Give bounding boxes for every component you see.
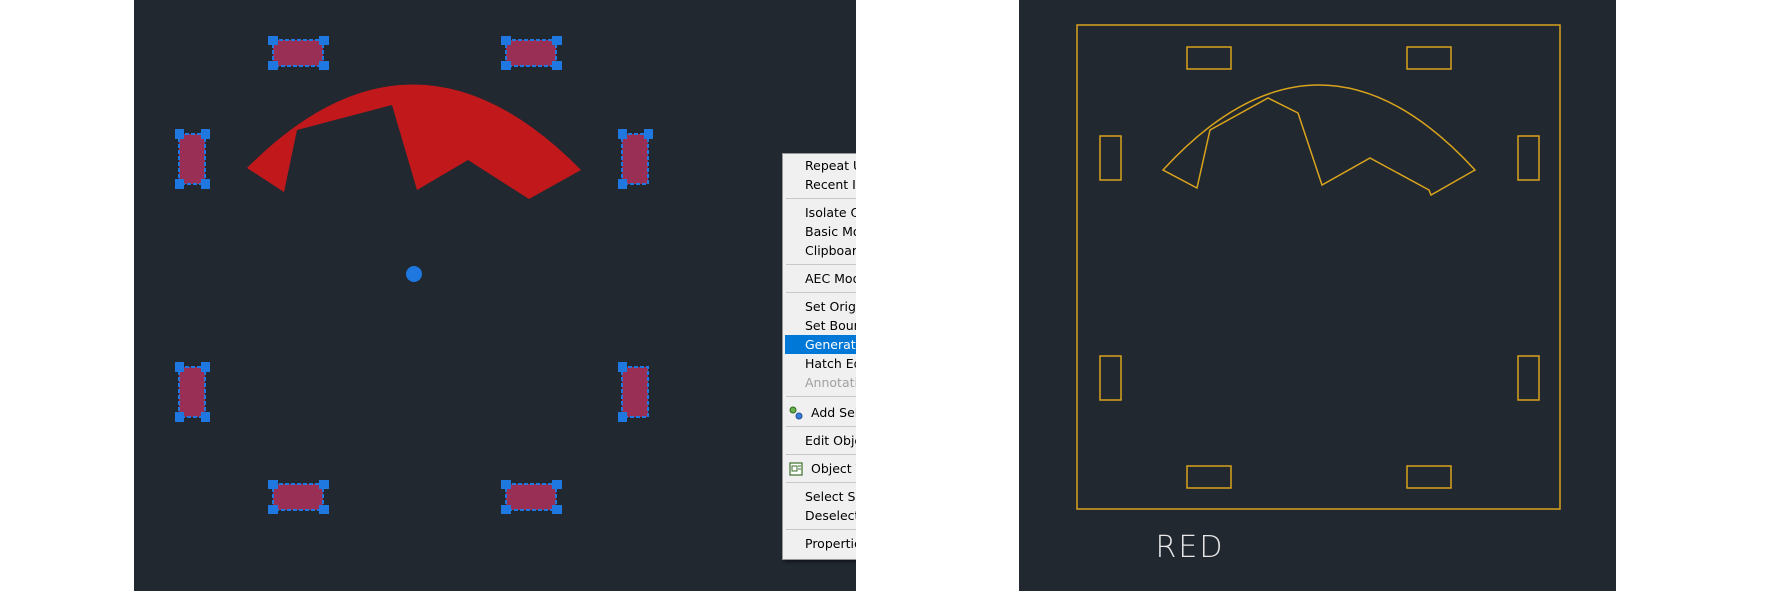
menu-separator <box>786 529 856 530</box>
outline-rect-bottom-left[interactable] <box>1186 465 1232 489</box>
selected-rect-mid-left[interactable] <box>175 129 210 189</box>
menu-item-label: Generate Boundary <box>805 337 856 352</box>
left-drawing-viewport[interactable]: Repeat U Recent Input ▸ Isolate Objects … <box>134 0 856 591</box>
right-drawing-viewport[interactable] <box>1019 0 1616 591</box>
selected-rect-top-left[interactable] <box>268 36 329 70</box>
outline-rect-mid-right[interactable] <box>1517 135 1540 181</box>
menu-item-aec-modify-tools[interactable]: AEC Modify Tools ▸ <box>785 269 856 288</box>
menu-item-set-origin[interactable]: Set Origin <box>785 297 856 316</box>
boundary-frame[interactable] <box>1076 24 1561 510</box>
context-menu: Repeat U Recent Input ▸ Isolate Objects … <box>782 153 856 560</box>
selected-rect-low-right[interactable] <box>618 362 649 422</box>
menu-item-hatch-edit[interactable]: Hatch Edit... <box>785 354 856 373</box>
outline-rect-low-left[interactable] <box>1099 355 1122 401</box>
left-drawing-canvas[interactable] <box>134 0 856 591</box>
menu-item-label: Repeat U <box>805 158 856 173</box>
menu-item-properties[interactable]: Properties <box>785 534 856 553</box>
red-hatch-region[interactable] <box>247 84 581 199</box>
menu-item-label: Deselect All <box>805 508 856 523</box>
menu-item-add-selected[interactable]: Add Selected <box>785 403 856 422</box>
caption-red: RED <box>1155 530 1225 565</box>
menu-item-label: Recent Input <box>805 177 856 192</box>
selected-rect-top-right[interactable] <box>501 36 562 70</box>
menu-item-label: Clipboard <box>805 243 856 258</box>
menu-item-label: Hatch Edit... <box>805 356 856 371</box>
menu-separator <box>786 426 856 427</box>
menu-item-deselect-all[interactable]: Deselect All <box>785 506 856 525</box>
menu-item-recent-input[interactable]: Recent Input ▸ <box>785 175 856 194</box>
outline-rect-low-right[interactable] <box>1517 355 1540 401</box>
menu-separator <box>786 292 856 293</box>
outline-fan-shape[interactable] <box>1161 84 1477 197</box>
menu-item-label: Edit Object Display... <box>805 433 856 448</box>
menu-item-edit-object-display[interactable]: Edit Object Display... <box>785 431 856 450</box>
menu-item-annotative-object-scale: Annotative Object Scale ▸ <box>785 373 856 392</box>
menu-separator <box>786 264 856 265</box>
menu-item-isolate-objects[interactable]: Isolate Objects ▸ <box>785 203 856 222</box>
selected-rect-low-left[interactable] <box>175 362 210 422</box>
outline-rect-bottom-right[interactable] <box>1406 465 1452 489</box>
menu-separator <box>786 396 856 397</box>
menu-separator <box>786 482 856 483</box>
outline-rect-mid-left[interactable] <box>1099 135 1122 181</box>
outline-rect-top-right[interactable] <box>1406 46 1452 70</box>
selected-rect-mid-right[interactable] <box>618 129 653 189</box>
menu-item-label: Properties <box>805 536 856 551</box>
menu-item-set-boundary[interactable]: Set Boundary <box>785 316 856 335</box>
menu-item-label: Set Boundary <box>805 318 856 333</box>
right-drawing-canvas[interactable] <box>1019 0 1616 591</box>
add-selected-icon <box>789 406 803 420</box>
menu-item-label: AEC Modify Tools <box>805 271 856 286</box>
menu-item-clipboard[interactable]: Clipboard ▸ <box>785 241 856 260</box>
menu-item-label: Basic Modify Tools <box>805 224 856 239</box>
menu-item-label: Annotative Object Scale <box>805 375 856 390</box>
menu-item-select-similar[interactable]: Select Similar <box>785 487 856 506</box>
menu-item-label: Set Origin <box>805 299 856 314</box>
menu-item-label: Add Selected <box>811 405 856 420</box>
menu-item-object-viewer[interactable]: Object Viewer... <box>785 459 856 478</box>
selected-rect-bottom-left[interactable] <box>268 480 329 514</box>
menu-item-label: Select Similar <box>805 489 856 504</box>
menu-item-generate-boundary[interactable]: Generate Boundary <box>785 335 856 354</box>
center-grip[interactable] <box>406 266 422 282</box>
menu-item-label: Isolate Objects <box>805 205 856 220</box>
menu-item-basic-modify-tools[interactable]: Basic Modify Tools ▸ <box>785 222 856 241</box>
menu-separator <box>786 198 856 199</box>
selected-rect-bottom-right[interactable] <box>501 480 562 514</box>
object-viewer-icon <box>789 462 803 476</box>
menu-item-label: Object Viewer... <box>811 461 856 476</box>
menu-separator <box>786 454 856 455</box>
outline-rect-top-left[interactable] <box>1186 46 1232 70</box>
menu-item-repeat[interactable]: Repeat U <box>785 156 856 175</box>
